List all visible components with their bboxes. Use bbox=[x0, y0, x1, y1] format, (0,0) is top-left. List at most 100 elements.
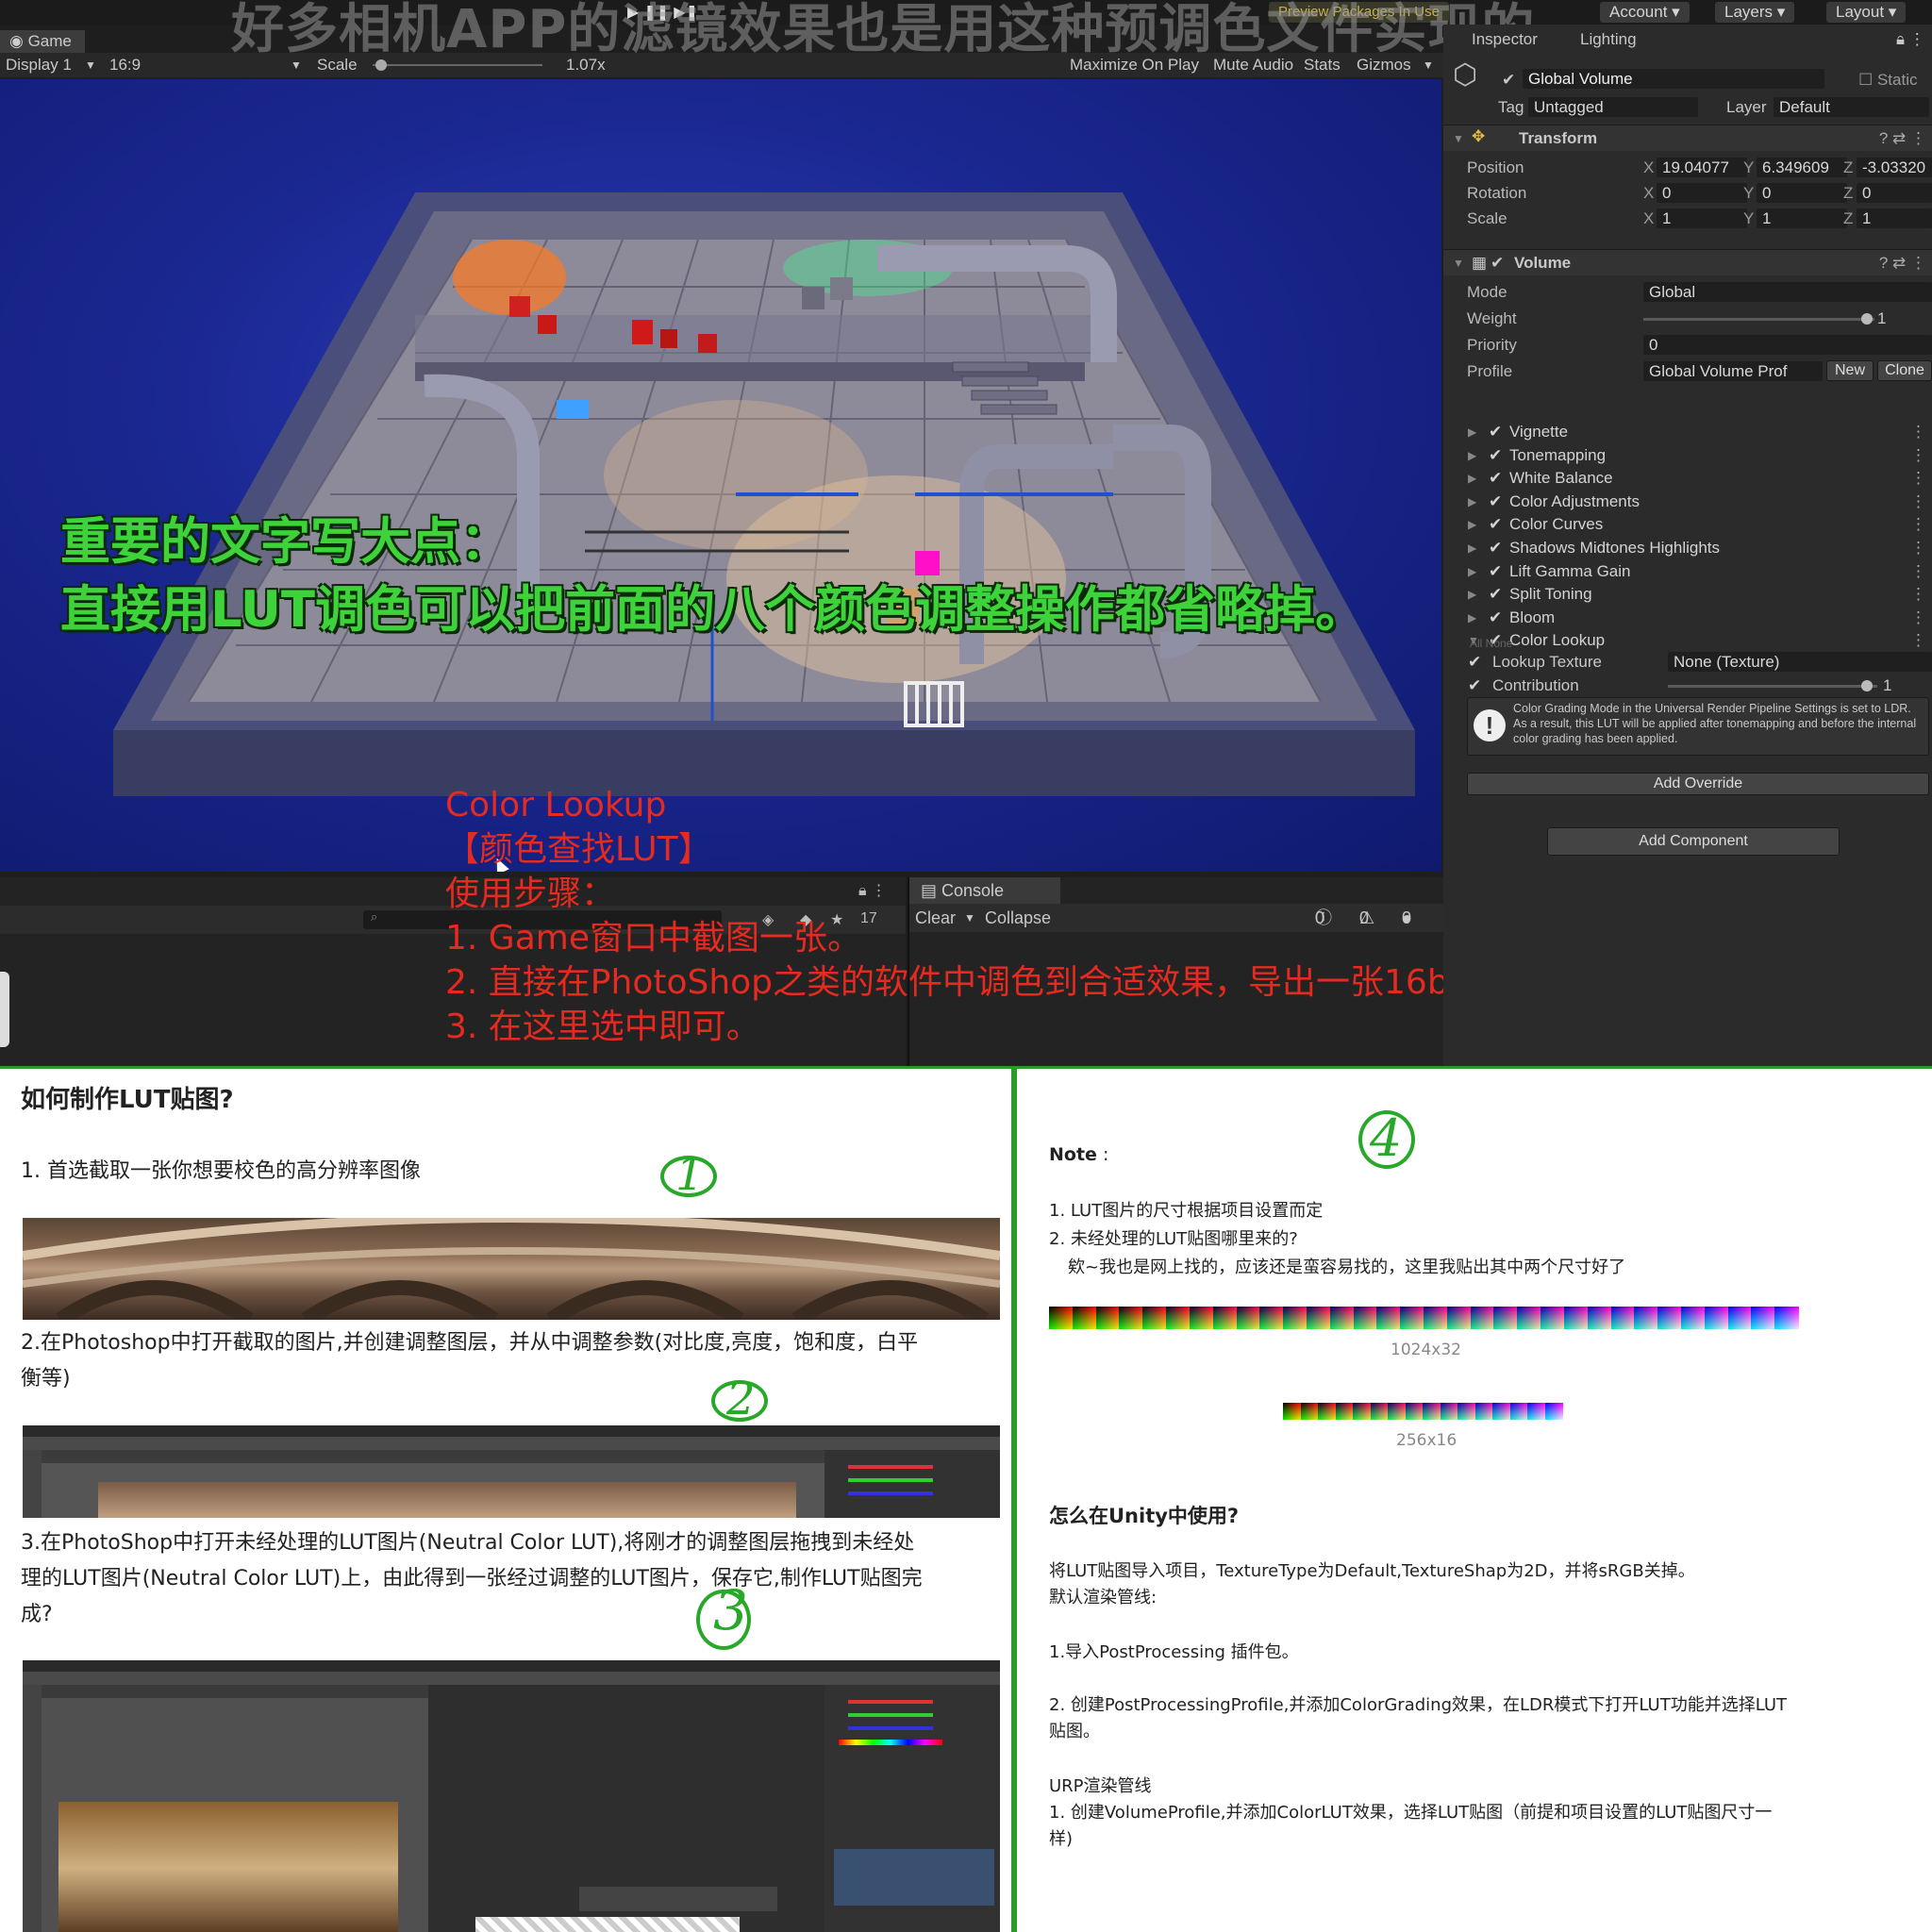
priority-field[interactable]: 0 bbox=[1643, 335, 1932, 355]
chevron-right-icon[interactable]: ▶ bbox=[1468, 421, 1476, 443]
override-item[interactable]: ▶ ✔ Bloom ⋮ bbox=[1443, 607, 1932, 629]
maximize-on-play-toggle[interactable]: Maximize On Play bbox=[1070, 53, 1199, 77]
chevron-right-icon[interactable]: ▶ bbox=[1468, 513, 1476, 536]
lookup-texture-field[interactable]: None (Texture) bbox=[1668, 652, 1932, 672]
scale-slider-track[interactable] bbox=[373, 64, 542, 66]
override-enabled-checkbox[interactable]: ✔ bbox=[1489, 467, 1502, 490]
override-menu-icon[interactable]: ⋮ bbox=[1910, 444, 1926, 467]
object-name-field[interactable]: Global Volume bbox=[1523, 69, 1824, 89]
override-enabled-checkbox[interactable]: ✔ bbox=[1489, 491, 1502, 513]
mute-audio-toggle[interactable]: Mute Audio bbox=[1213, 53, 1293, 77]
override-menu-icon[interactable]: ⋮ bbox=[1910, 491, 1926, 513]
weight-slider-handle[interactable] bbox=[1861, 313, 1873, 325]
add-override-button[interactable]: Add Override bbox=[1467, 773, 1929, 795]
weight-value[interactable]: 1 bbox=[1877, 308, 1886, 330]
clone-profile-button[interactable]: Clone bbox=[1877, 360, 1932, 381]
override-enabled-checkbox[interactable]: ✔ bbox=[1489, 537, 1502, 559]
tag-dropdown[interactable]: Untagged bbox=[1528, 97, 1698, 117]
override-enabled-checkbox[interactable]: ✔ bbox=[1489, 560, 1502, 583]
override-item[interactable]: ▶ ✔ Vignette ⋮ bbox=[1443, 421, 1932, 443]
weight-slider-track[interactable] bbox=[1643, 318, 1874, 321]
chevron-right-icon[interactable]: ▶ bbox=[1468, 444, 1476, 467]
override-enabled-checkbox[interactable]: ✔ bbox=[1489, 421, 1502, 443]
chevron-right-icon[interactable]: ▶ bbox=[1468, 560, 1476, 583]
override-label: Vignette bbox=[1509, 423, 1569, 441]
override-menu-icon[interactable]: ⋮ bbox=[1910, 583, 1926, 606]
override-enabled-checkbox[interactable]: ✔ bbox=[1489, 444, 1502, 467]
chevron-down-icon: ▼ bbox=[291, 58, 302, 72]
new-profile-button[interactable]: New bbox=[1826, 360, 1874, 381]
contribution-value[interactable]: 1 bbox=[1883, 675, 1891, 697]
override-enabled-checkbox[interactable]: ✔ bbox=[1489, 607, 1502, 629]
override-item[interactable]: ▶ ✔ Shadows Midtones Highlights ⋮ bbox=[1443, 537, 1932, 559]
lut-tile bbox=[1376, 1307, 1401, 1329]
add-component-button[interactable]: Add Component bbox=[1547, 827, 1840, 856]
override-item[interactable]: ▶ ✔ Color Curves ⋮ bbox=[1443, 513, 1932, 536]
lookup-texture-override-checkbox[interactable]: ✔ bbox=[1468, 651, 1481, 674]
chevron-right-icon[interactable]: ▶ bbox=[1468, 607, 1476, 629]
contribution-slider-handle[interactable] bbox=[1861, 680, 1873, 691]
lut-tile bbox=[1405, 1403, 1424, 1420]
override-item[interactable]: ▶ ✔ Split Toning ⋮ bbox=[1443, 583, 1932, 606]
override-menu-icon[interactable]: ⋮ bbox=[1910, 560, 1926, 583]
game-view-render[interactable]: 重要的文字写大点： 直接用LUT调色可以把前面的八个颜色调整操作都省略掉。 bbox=[0, 79, 1441, 872]
rotation-x-field[interactable]: 0 bbox=[1657, 183, 1747, 203]
override-menu-icon[interactable]: ⋮ bbox=[1910, 421, 1926, 443]
gizmos-dropdown[interactable]: Gizmos bbox=[1357, 53, 1411, 77]
tab-inspector[interactable]: Inspector bbox=[1472, 28, 1538, 51]
override-item[interactable]: ▶ ✔ White Balance ⋮ bbox=[1443, 467, 1932, 490]
account-button[interactable]: Account ▾ bbox=[1600, 2, 1690, 23]
scale-z-field[interactable]: 1 bbox=[1857, 208, 1932, 228]
position-x-field[interactable]: 19.04077 bbox=[1657, 158, 1747, 177]
mode-dropdown[interactable]: Global bbox=[1643, 282, 1932, 302]
tab-lighting[interactable]: Lighting bbox=[1580, 28, 1637, 51]
profile-row: Profile Global Volume Prof New Clone bbox=[1443, 360, 1932, 383]
scale-slider-handle[interactable] bbox=[375, 59, 387, 71]
contribution-override-checkbox[interactable]: ✔ bbox=[1468, 675, 1481, 697]
transform-header[interactable]: ▼ ✥ Transform ? ⇄ ⋮ bbox=[1443, 125, 1932, 151]
chevron-down-icon: ▼ bbox=[1423, 58, 1434, 72]
override-menu-icon[interactable]: ⋮ bbox=[1910, 537, 1926, 559]
stats-toggle[interactable]: Stats bbox=[1304, 53, 1341, 77]
override-menu-icon[interactable]: ⋮ bbox=[1910, 513, 1926, 536]
volume-header[interactable]: ▼ ▦ ✔ Volume ? ⇄ ⋮ bbox=[1443, 249, 1932, 275]
layers-button[interactable]: Layers ▾ bbox=[1715, 2, 1795, 23]
override-item[interactable]: ▶ ✔ Lift Gamma Gain ⋮ bbox=[1443, 560, 1932, 583]
profile-object-field[interactable]: Global Volume Prof bbox=[1643, 361, 1823, 381]
override-menu-icon[interactable]: ⋮ bbox=[1910, 607, 1926, 629]
scale-y-field[interactable]: 1 bbox=[1757, 208, 1847, 228]
handwritten-circle bbox=[696, 1590, 751, 1650]
override-item[interactable]: ▶ ✔ Tonemapping ⋮ bbox=[1443, 444, 1932, 467]
lut-tile bbox=[1509, 1403, 1528, 1420]
component-menu-icon[interactable]: ? ⇄ ⋮ bbox=[1879, 127, 1926, 150]
override-item[interactable]: ▶ ✔ Color Adjustments ⋮ bbox=[1443, 491, 1932, 513]
position-y-field[interactable]: 6.349609 bbox=[1757, 158, 1847, 177]
display-dropdown[interactable]: Display 1 bbox=[6, 53, 72, 77]
layout-button[interactable]: Layout ▾ bbox=[1826, 2, 1907, 23]
position-z-field[interactable]: -3.03320 bbox=[1857, 158, 1932, 177]
aspect-dropdown[interactable]: 16:9 bbox=[109, 53, 141, 77]
scale-x-field[interactable]: 1 bbox=[1657, 208, 1747, 228]
static-label: Static bbox=[1876, 71, 1918, 89]
lut-tile bbox=[1423, 1403, 1441, 1420]
volume-enabled-checkbox[interactable]: ✔ bbox=[1491, 252, 1504, 275]
override-enabled-checkbox[interactable]: ✔ bbox=[1489, 513, 1502, 536]
chevron-right-icon[interactable]: ▶ bbox=[1468, 491, 1476, 513]
static-checkbox[interactable]: ☐ Static bbox=[1858, 69, 1918, 92]
lut-tile bbox=[1634, 1307, 1658, 1329]
layer-dropdown[interactable]: Default bbox=[1774, 97, 1929, 117]
override-menu-icon[interactable]: ⋮ bbox=[1910, 467, 1926, 490]
rotation-z-field[interactable]: 0 bbox=[1857, 183, 1932, 203]
chevron-right-icon[interactable]: ▶ bbox=[1468, 583, 1476, 606]
contribution-slider-track[interactable] bbox=[1668, 685, 1877, 688]
lock-icon[interactable]: 🔒︎ ⋮ bbox=[1896, 28, 1925, 51]
folder-thumbnail[interactable] bbox=[0, 972, 9, 1047]
chevron-right-icon[interactable]: ▶ bbox=[1468, 537, 1476, 559]
rotation-y-field[interactable]: 0 bbox=[1757, 183, 1847, 203]
tab-game[interactable]: ◉ Game bbox=[0, 30, 85, 53]
object-active-checkbox[interactable]: ✔ bbox=[1502, 69, 1515, 92]
mode-label: Mode bbox=[1467, 283, 1507, 301]
chevron-right-icon[interactable]: ▶ bbox=[1468, 467, 1476, 490]
override-enabled-checkbox[interactable]: ✔ bbox=[1489, 583, 1502, 606]
component-menu-icon[interactable]: ? ⇄ ⋮ bbox=[1879, 252, 1926, 275]
